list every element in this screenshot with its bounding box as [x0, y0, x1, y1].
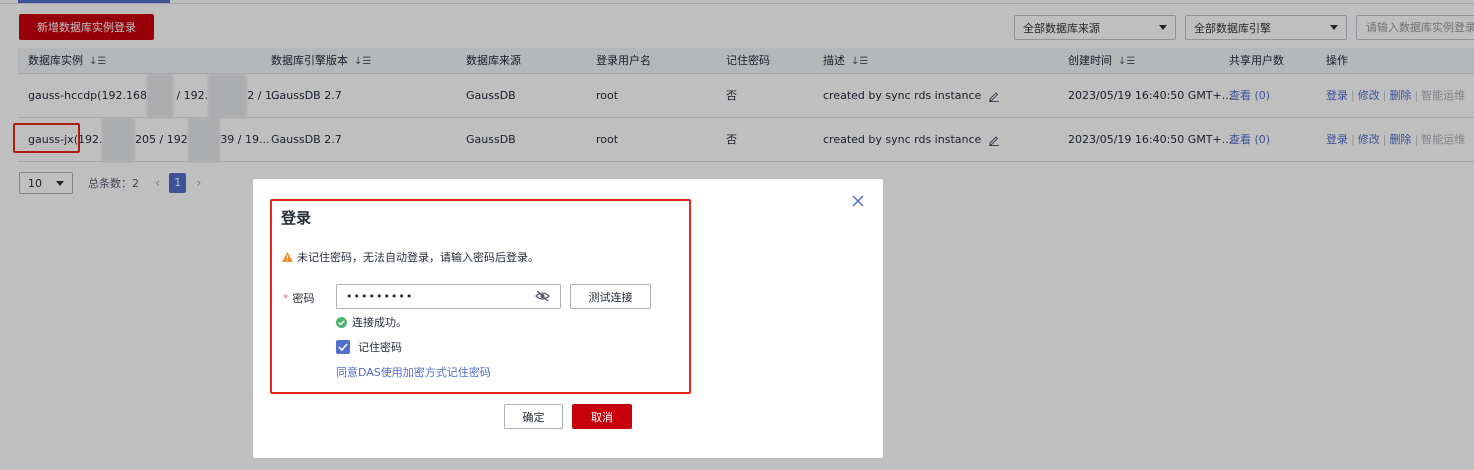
- password-input[interactable]: •••••••••: [336, 284, 561, 309]
- password-label: * 密码: [283, 292, 315, 305]
- warning-icon: [282, 252, 293, 262]
- agree-encryption-link[interactable]: 同意DAS使用加密方式记住密码: [336, 364, 491, 380]
- confirm-button[interactable]: 确定: [504, 404, 563, 429]
- login-dialog: 登录 未记住密码，无法自动登录，请输入密码后登录。 * 密码 ••••••••• …: [253, 179, 883, 458]
- success-text: 连接成功。: [352, 316, 407, 329]
- hide-password-eye-icon[interactable]: [535, 290, 550, 302]
- connection-success-message: 连接成功。: [336, 314, 407, 330]
- test-connection-button[interactable]: 测试连接: [570, 284, 651, 309]
- warning-text: 未记住密码，无法自动登录，请输入密码后登录。: [297, 251, 539, 264]
- close-icon[interactable]: [851, 194, 865, 208]
- success-check-icon: [336, 316, 347, 328]
- warning-message: 未记住密码，无法自动登录，请输入密码后登录。: [282, 249, 539, 265]
- password-label-text: 密码: [292, 292, 315, 305]
- cancel-button[interactable]: 取消: [572, 404, 632, 429]
- checkbox-checked-icon[interactable]: [336, 340, 350, 354]
- remember-password-label: 记住密码: [358, 341, 402, 354]
- remember-password-checkbox[interactable]: 记住密码: [336, 339, 402, 355]
- dialog-title: 登录: [281, 209, 312, 227]
